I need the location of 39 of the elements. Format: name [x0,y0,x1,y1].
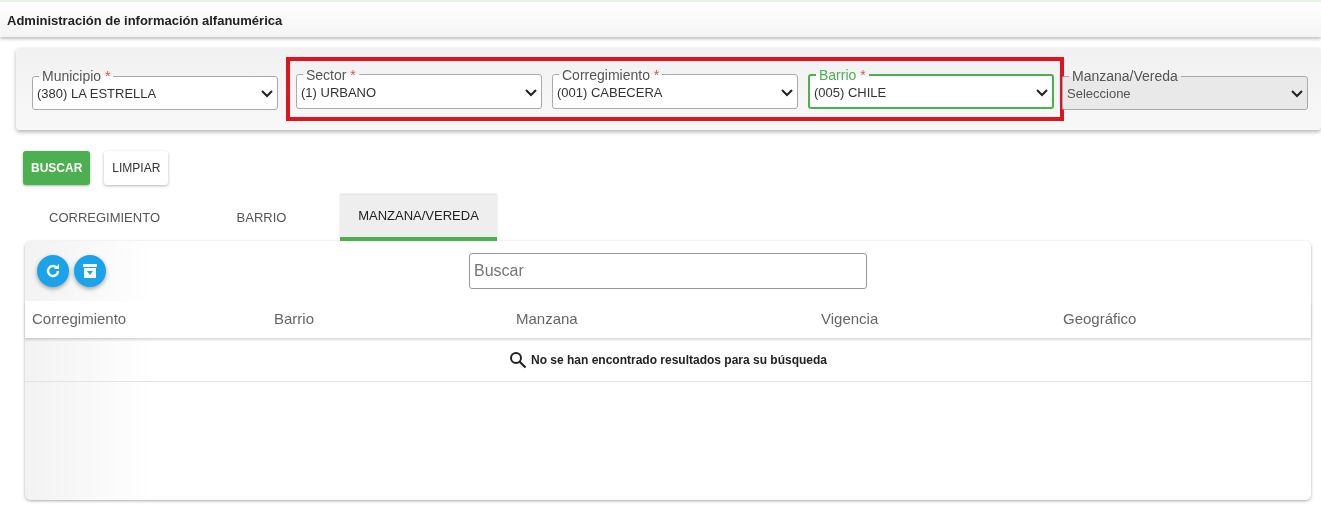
field-label: Sector [306,66,347,83]
chevron-down-icon [525,88,537,97]
empty-message: No se han encontrado resultados para su búsqueda [530,351,828,369]
chevron-down-icon [1291,90,1303,98]
select-field[interactable]: Barrio * (005) CHILE [808,66,1054,110]
field-value: Seleccione [1067,85,1132,104]
tab[interactable]: MANZANA/VEREDA [340,195,497,241]
field-label: Barrio [819,66,857,83]
select-field[interactable]: Municipio * (380) LA ESTRELLA [32,68,278,110]
field-label: Manzana/Vereda [1072,68,1178,85]
chevron-down-icon [1036,88,1048,97]
refresh-icon [44,262,62,280]
required-mark: * [105,68,111,85]
field-value: (005) CHILE [814,83,888,102]
required-mark: * [653,66,660,83]
refresh-button[interactable] [37,255,69,287]
column-header: Manzana [515,309,579,330]
column-header: Geográfico [1062,309,1138,330]
archive-download-icon [81,262,99,280]
field-label: Municipio [42,68,102,85]
export-button[interactable] [74,255,106,287]
field-value: (380) LA ESTRELLA [37,85,158,104]
field-label: Corregimiento [562,66,650,83]
column-header: Corregimiento [31,309,128,330]
page-title: Administración de información alfanumérica [7,13,283,28]
search-field[interactable]: Buscar [469,253,867,289]
tab[interactable]: CORREGIMIENTO [26,195,183,241]
chevron-down-icon [781,88,793,97]
clear-button[interactable]: LIMPIAR [104,151,169,185]
column-header: Vigencia [820,309,880,330]
field-value: (1) URBANO [301,83,378,102]
select-field[interactable]: Corregimiento * (001) CABECERA [552,66,798,110]
column-header: Barrio [273,309,315,330]
required-mark: * [860,66,866,83]
chevron-down-icon [261,90,273,98]
field-value: (001) CABECERA [557,83,664,102]
tab[interactable]: BARRIO [183,195,340,241]
search-icon [508,350,527,369]
required-mark: * [350,66,356,83]
